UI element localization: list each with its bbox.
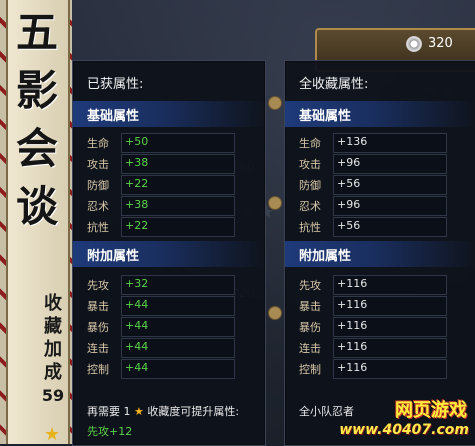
attr-value: +96 bbox=[337, 156, 361, 169]
panel-title: 全收藏属性: bbox=[299, 77, 369, 92]
attr-value: +116 bbox=[337, 361, 368, 374]
attr-label: 抗性 bbox=[299, 221, 321, 234]
attr-row: 暴伤 +116 bbox=[299, 317, 469, 337]
attr-label: 攻击 bbox=[299, 158, 321, 171]
section-title: 基础属性 bbox=[87, 109, 140, 124]
collect-value: 59 bbox=[41, 386, 65, 405]
attr-label: 生命 bbox=[299, 137, 321, 150]
watermark-title: 网页游戏 bbox=[395, 400, 467, 421]
attr-row: 连击 +116 bbox=[299, 338, 469, 358]
full-collection-panel: 全收藏属性: 基础属性 生命 +136 攻击 +96 防御 +56 忍术 +96… bbox=[284, 60, 475, 446]
attr-label: 连击 bbox=[87, 342, 109, 355]
section-title: 基础属性 bbox=[299, 109, 352, 124]
attr-label: 控制 bbox=[87, 363, 109, 376]
attr-label: 先攻 bbox=[299, 279, 321, 292]
attr-value: +38 bbox=[125, 156, 149, 169]
attr-label: 控制 bbox=[299, 363, 321, 376]
attr-label: 防御 bbox=[87, 179, 109, 192]
attr-label: 暴伤 bbox=[87, 321, 109, 334]
watermark-logo: 网页游戏 www.40407.com bbox=[338, 396, 475, 444]
collect-char: 加 bbox=[44, 339, 62, 360]
banner-title: 五 影 会 谈 bbox=[12, 4, 62, 236]
collect-char: 收 bbox=[44, 293, 62, 314]
coin-icon bbox=[406, 36, 422, 52]
attr-row: 生命 +136 bbox=[299, 133, 469, 153]
attr-value: +116 bbox=[337, 277, 368, 290]
attr-value: +56 bbox=[337, 177, 361, 190]
attr-label: 暴击 bbox=[299, 300, 321, 313]
attr-value: +44 bbox=[125, 340, 149, 353]
acquired-attributes-panel: 已获属性: 基础属性 生命 +50 攻击 +38 防御 +22 忍术 +38 抗… bbox=[72, 60, 266, 446]
attr-value: +116 bbox=[337, 319, 368, 332]
attr-row: 忍术 +38 bbox=[87, 196, 257, 216]
attr-label: 暴击 bbox=[87, 300, 109, 313]
extra-attributes-header: 附加属性 bbox=[285, 241, 475, 267]
extra-attributes-header: 附加属性 bbox=[73, 241, 265, 267]
attr-label: 攻击 bbox=[87, 158, 109, 171]
attr-value: +50 bbox=[125, 135, 149, 148]
title-char: 会 bbox=[15, 124, 58, 173]
note-suffix: 收藏度可提升属性: bbox=[147, 405, 240, 418]
title-char: 影 bbox=[15, 66, 58, 115]
attr-value: +44 bbox=[125, 298, 149, 311]
attr-value: +22 bbox=[125, 219, 149, 232]
basic-attributes-header: 基础属性 bbox=[285, 101, 475, 127]
next-bonus-note: 再需要 1 ★ 收藏度可提升属性: bbox=[87, 403, 239, 419]
attr-value: +44 bbox=[125, 361, 149, 374]
attr-row: 暴击 +44 bbox=[87, 296, 257, 316]
attr-row: 防御 +56 bbox=[299, 175, 469, 195]
note-prefix: 再需要 1 bbox=[87, 405, 131, 418]
attr-row: 忍术 +96 bbox=[299, 196, 469, 216]
basic-attributes-header: 基础属性 bbox=[73, 101, 265, 127]
title-char: 谈 bbox=[15, 182, 58, 231]
attr-label: 抗性 bbox=[87, 221, 109, 234]
attr-row: 抗性 +56 bbox=[299, 217, 469, 237]
attr-label: 先攻 bbox=[87, 279, 109, 292]
attr-label: 暴伤 bbox=[299, 321, 321, 334]
attr-label: 防御 bbox=[299, 179, 321, 192]
attr-label: 忍术 bbox=[299, 200, 321, 213]
collect-char: 成 bbox=[44, 362, 62, 383]
attr-row: 抗性 +22 bbox=[87, 217, 257, 237]
attr-label: 生命 bbox=[87, 137, 109, 150]
attr-row: 防御 +22 bbox=[87, 175, 257, 195]
star-icon: ★ bbox=[134, 405, 144, 418]
divider-knob bbox=[268, 306, 282, 320]
section-title: 附加属性 bbox=[87, 249, 140, 264]
attr-value: +44 bbox=[125, 319, 149, 332]
attr-value: +22 bbox=[125, 177, 149, 190]
collect-char: 藏 bbox=[44, 316, 62, 337]
title-char: 五 bbox=[15, 8, 58, 57]
attr-row: 暴击 +116 bbox=[299, 296, 469, 316]
panel-title: 已获属性: bbox=[87, 77, 144, 92]
attr-value: +116 bbox=[337, 340, 368, 353]
section-title: 附加属性 bbox=[299, 249, 352, 264]
divider-knob bbox=[268, 96, 282, 110]
attr-row: 暴伤 +44 bbox=[87, 317, 257, 337]
attr-row: 攻击 +96 bbox=[299, 154, 469, 174]
attr-value: +32 bbox=[125, 277, 149, 290]
next-bonus-value: 先攻+12 bbox=[87, 425, 133, 438]
star-icon: ★ bbox=[44, 424, 61, 445]
attr-label: 连击 bbox=[299, 342, 321, 355]
attr-row: 控制 +44 bbox=[87, 359, 257, 379]
attr-row: 生命 +50 bbox=[87, 133, 257, 153]
attr-row: 连击 +44 bbox=[87, 338, 257, 358]
attr-row: 先攻 +116 bbox=[299, 275, 469, 295]
attr-value: +56 bbox=[337, 219, 361, 232]
divider-knob bbox=[268, 196, 282, 210]
collection-bonus: 收 藏 加 成 59 bbox=[38, 292, 68, 405]
attr-value: +116 bbox=[337, 298, 368, 311]
attr-row: 控制 +116 bbox=[299, 359, 469, 379]
attr-value: +96 bbox=[337, 198, 361, 211]
attr-value: +136 bbox=[337, 135, 368, 148]
attr-label: 忍术 bbox=[87, 200, 109, 213]
coin-value: 320 bbox=[428, 36, 453, 51]
attr-row: 先攻 +32 bbox=[87, 275, 257, 295]
attr-value: +38 bbox=[125, 198, 149, 211]
watermark-url: www.40407.com bbox=[339, 422, 469, 438]
attr-row: 攻击 +38 bbox=[87, 154, 257, 174]
